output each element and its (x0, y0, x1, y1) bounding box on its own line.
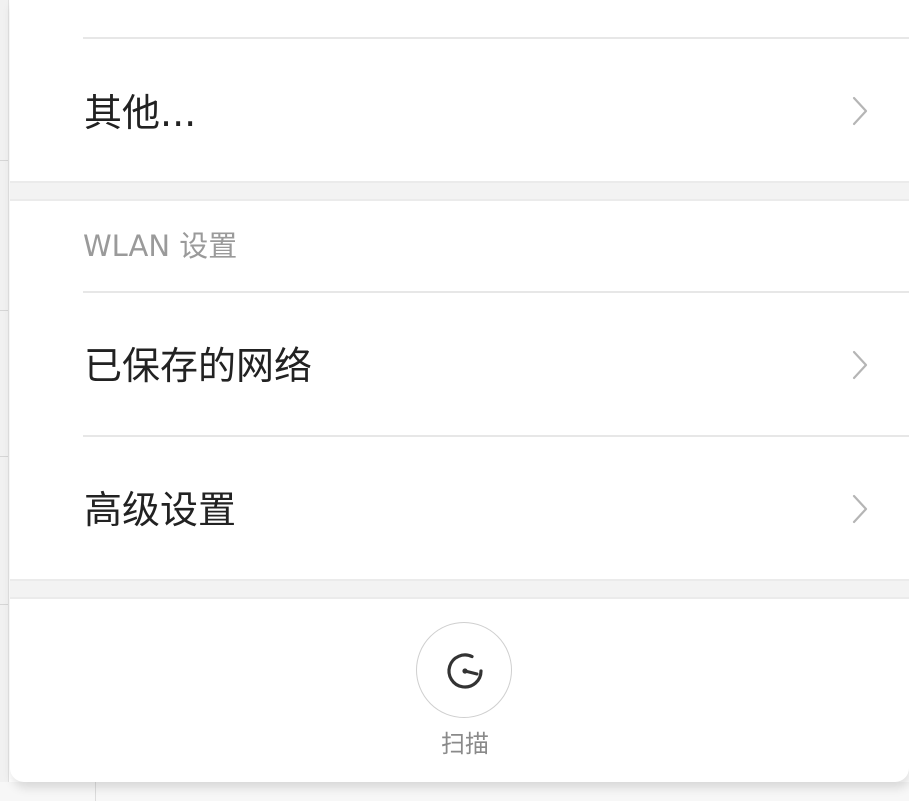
scan-button[interactable] (416, 622, 512, 718)
advanced-settings-row[interactable]: 高级设置 (10, 437, 909, 579)
scan-label: 扫描 (441, 730, 489, 758)
background-bottom (0, 782, 909, 801)
chevron-right-icon (852, 96, 868, 126)
saved-networks-row[interactable]: 已保存的网络 (10, 293, 909, 435)
advanced-settings-label: 高级设置 (84, 488, 237, 532)
section-gap (10, 579, 909, 599)
chevron-right-icon (852, 494, 868, 524)
section-gap (10, 181, 909, 201)
other-row[interactable]: 其他... (10, 39, 909, 181)
chevron-right-icon (852, 350, 868, 380)
other-label: 其他... (84, 91, 197, 135)
wlan-section-header: WLAN 设置 (83, 229, 238, 263)
background-edge (0, 0, 9, 801)
scan-gauge-icon (447, 653, 483, 689)
wifi-settings-panel: 其他... WLAN 设置 已保存的网络 高级设置 扫描 (10, 0, 909, 782)
saved-networks-label: 已保存的网络 (84, 344, 313, 388)
